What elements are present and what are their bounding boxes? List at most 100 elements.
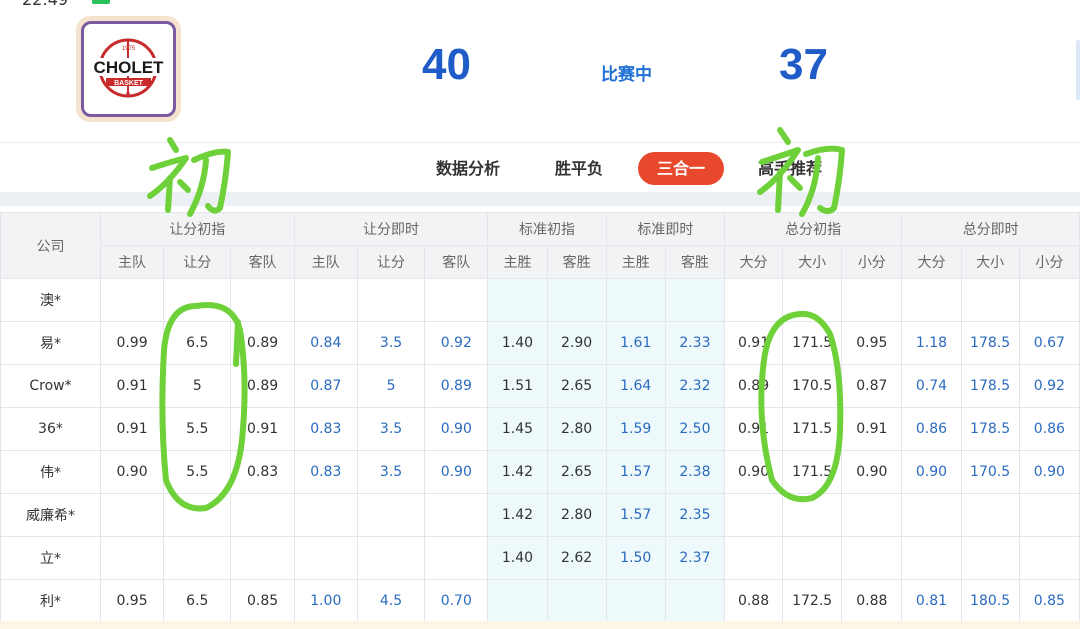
tab-three-in-one[interactable]: 三合一: [638, 152, 724, 185]
odds-cell: 2.38: [664, 450, 725, 494]
odds-cell: 0.87: [841, 364, 903, 408]
odds-cell: 1.57: [605, 450, 666, 494]
company-name[interactable]: 威廉希*: [0, 493, 101, 537]
sub-header: 小分: [841, 245, 903, 279]
odds-cell: 0.90: [424, 450, 489, 494]
home-team-logo[interactable]: CHOLET BASKET 1975: [76, 16, 181, 122]
odds-cell: 0.95: [841, 321, 903, 365]
table-row[interactable]: 澳*: [0, 278, 1080, 322]
odds-cell: 2.37: [664, 536, 725, 580]
odds-cell: 6.5: [163, 321, 232, 365]
odds-cell: [293, 278, 358, 322]
sub-header: 客队: [230, 245, 295, 279]
sub-header: 大分: [723, 245, 784, 279]
odds-cell: [1018, 493, 1080, 537]
tab-bar: 数据分析 胜平负 三合一 高手推荐: [0, 142, 1080, 192]
odds-cell: 178.5: [960, 364, 1020, 408]
odds-cell: [487, 579, 548, 623]
odds-cell: 0.89: [230, 321, 295, 365]
odds-cell: 1.45: [487, 407, 548, 451]
odds-cell: 0.89: [424, 364, 489, 408]
odds-cell: 0.91: [723, 321, 784, 365]
odds-cell: [230, 278, 295, 322]
table-row[interactable]: 易* 0.99 6.5 0.89 0.84 3.5 0.92 1.40 2.90 1.61 2.33…: [0, 321, 1080, 365]
company-name[interactable]: Crow*: [0, 364, 101, 408]
odds-cell: 1.40: [487, 536, 548, 580]
odds-cell: 2.65: [546, 364, 607, 408]
company-name[interactable]: 易*: [0, 321, 101, 365]
company-name[interactable]: 利*: [0, 579, 101, 623]
company-name[interactable]: 36*: [0, 407, 101, 451]
odds-cell: 178.5: [960, 407, 1020, 451]
odds-cell: [960, 536, 1020, 580]
odds-cell: 0.92: [1018, 364, 1080, 408]
status-time: 22:49: [22, 0, 68, 9]
sub-header: 客胜: [546, 245, 607, 279]
company-name[interactable]: 澳*: [0, 278, 101, 322]
sub-header: 客队: [424, 245, 489, 279]
odds-cell: 172.5: [782, 579, 843, 623]
odds-cell: 171.5: [782, 321, 843, 365]
group-header: 让分初指: [99, 212, 295, 246]
odds-cell: [99, 278, 165, 322]
group-header: 标准初指: [487, 212, 607, 246]
odds-cell: 180.5: [960, 579, 1020, 623]
odds-cell: 0.88: [841, 579, 903, 623]
group-header: 总分初指: [723, 212, 903, 246]
odds-cell: 1.42: [487, 493, 548, 537]
odds-cell: 0.85: [1018, 579, 1080, 623]
sub-header: 让分: [163, 245, 232, 279]
odds-cell: [901, 536, 962, 580]
sub-header: 主队: [99, 245, 165, 279]
sub-header: 大分: [901, 245, 962, 279]
odds-cell: 0.91: [841, 407, 903, 451]
odds-cell: 1.51: [487, 364, 548, 408]
odds-cell: 2.32: [664, 364, 725, 408]
table-row[interactable]: 伟* 0.90 5.5 0.83 0.83 3.5 0.90 1.42 2.65 1.57 2.38…: [0, 450, 1080, 494]
company-header: 公司: [0, 212, 101, 279]
odds-cell: 171.5: [782, 450, 843, 494]
tab-win-draw-lose[interactable]: 胜平负: [540, 152, 618, 185]
odds-cell: 0.83: [293, 450, 358, 494]
odds-cell: [605, 278, 666, 322]
odds-cell: 0.91: [723, 407, 784, 451]
company-name[interactable]: 伟*: [0, 450, 101, 494]
table-row[interactable]: 立* 1.40 2.62 1.50 2.37: [0, 536, 1080, 580]
odds-cell: [841, 536, 903, 580]
odds-cell: 0.89: [723, 364, 784, 408]
odds-cell: 0.74: [901, 364, 962, 408]
company-name[interactable]: 立*: [0, 536, 101, 580]
odds-cell: 0.87: [293, 364, 358, 408]
odds-cell: 5: [163, 364, 232, 408]
away-score: 37: [779, 40, 828, 89]
odds-cell: 4.5: [356, 579, 426, 623]
odds-cell: 2.80: [546, 407, 607, 451]
odds-cell: 0.90: [723, 450, 784, 494]
table-row[interactable]: 利* 0.95 6.5 0.85 1.00 4.5 0.70 0.88 172.5 0.88 0.8…: [0, 579, 1080, 623]
odds-cell: 6.5: [163, 579, 232, 623]
table-row[interactable]: Crow* 0.91 5 0.89 0.87 5 0.89 1.51 2.65 1.64 2.32 0…: [0, 364, 1080, 408]
odds-cell: [782, 536, 843, 580]
odds-cell: 0.99: [99, 321, 165, 365]
odds-cell: [99, 536, 165, 580]
odds-cell: 0.92: [424, 321, 489, 365]
odds-cell: 3.5: [356, 407, 426, 451]
table-row[interactable]: 36* 0.91 5.5 0.91 0.83 3.5 0.90 1.45 2.80 1.59 2.5…: [0, 407, 1080, 451]
odds-cell: [723, 536, 784, 580]
svg-text:BASKET: BASKET: [114, 80, 144, 87]
away-team-logo-edge[interactable]: [1076, 40, 1080, 100]
odds-cell: 5.5: [163, 450, 232, 494]
group-header: 让分即时: [293, 212, 489, 246]
odds-cell: 0.91: [99, 364, 165, 408]
odds-cell: 2.33: [664, 321, 725, 365]
tab-expert-picks[interactable]: 高手推荐: [745, 152, 835, 185]
table-row[interactable]: 威廉希* 1.42 2.80 1.57 2.35: [0, 493, 1080, 537]
odds-table: 公司 让分初指 让分即时 标准初指 标准即时 总分初指 总分即时 主队 让分 客队主…: [0, 212, 1080, 623]
odds-cell: [960, 493, 1020, 537]
odds-cell: 5.5: [163, 407, 232, 451]
odds-cell: 0.85: [230, 579, 295, 623]
odds-cell: [960, 278, 1020, 322]
odds-cell: 0.89: [230, 364, 295, 408]
tab-data-analysis[interactable]: 数据分析: [423, 152, 513, 185]
odds-cell: 3.5: [356, 321, 426, 365]
